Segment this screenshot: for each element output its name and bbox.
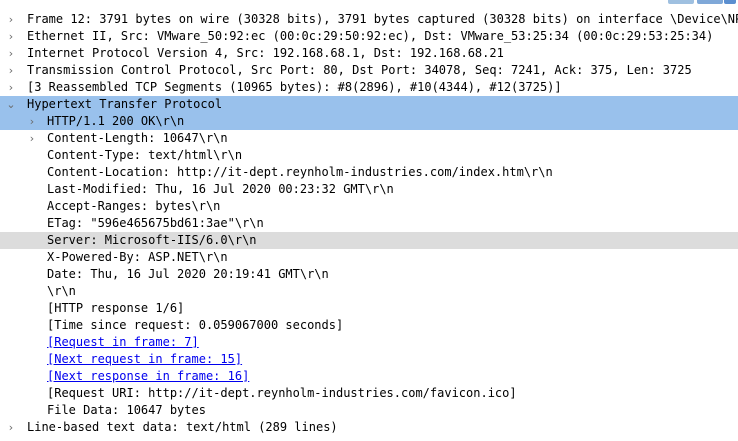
tree-item-label: Frame 12: 3791 bytes on wire (30328 bits… — [27, 12, 738, 26]
tree-item-response-number[interactable]: [HTTP response 1/6] — [0, 300, 738, 317]
toolbar-fragment — [697, 0, 723, 4]
tree-item-tcp[interactable]: › Transmission Control Protocol, Src Por… — [0, 62, 738, 79]
tree-item-label: \r\n — [47, 284, 76, 298]
tree-item-last-modified[interactable]: Last-Modified: Thu, 16 Jul 2020 00:23:32… — [0, 181, 738, 198]
tree-item-http[interactable]: ⌄ Hypertext Transfer Protocol — [0, 96, 738, 113]
tree-item-label: ETag: "596e465675bd61:3ae"\r\n — [47, 216, 264, 230]
tree-item-crlf[interactable]: \r\n — [0, 283, 738, 300]
chevron-right-icon[interactable]: › — [4, 11, 18, 28]
tree-item-file-data[interactable]: File Data: 10647 bytes — [0, 402, 738, 419]
chevron-down-icon[interactable]: ⌄ — [4, 96, 18, 113]
tree-item-line-based-text[interactable]: › Line-based text data: text/html (289 l… — [0, 419, 738, 436]
top-edge — [0, 0, 738, 4]
tree-item-label: Content-Length: 10647\r\n — [47, 131, 228, 145]
tree-item-label: Hypertext Transfer Protocol — [27, 97, 223, 111]
request-in-frame-link[interactable]: [Request in frame: 7] — [47, 334, 199, 351]
tree-item-time-since-request[interactable]: [Time since request: 0.059067000 seconds… — [0, 317, 738, 334]
chevron-right-icon[interactable]: › — [25, 130, 39, 147]
tree-item-date[interactable]: Date: Thu, 16 Jul 2020 20:19:41 GMT\r\n — [0, 266, 738, 283]
tree-item-label: HTTP/1.1 200 OK\r\n — [47, 114, 185, 128]
toolbar-fragment — [668, 0, 694, 4]
tree-item-powered-by[interactable]: X-Powered-By: ASP.NET\r\n — [0, 249, 738, 266]
tree-item-label: Server: Microsoft-IIS/6.0\r\n — [47, 233, 257, 247]
tree-item-ethernet[interactable]: › Ethernet II, Src: VMware_50:92:ec (00:… — [0, 28, 738, 45]
toolbar-fragment — [724, 0, 736, 4]
tree-item-label: File Data: 10647 bytes — [47, 403, 206, 417]
tree-item-label: Transmission Control Protocol, Src Port:… — [27, 63, 692, 77]
tree-item-etag[interactable]: ETag: "596e465675bd61:3ae"\r\n — [0, 215, 738, 232]
tree-item-content-type[interactable]: Content-Type: text/html\r\n — [0, 147, 738, 164]
tree-item-label: [HTTP response 1/6] — [47, 301, 185, 315]
next-request-link[interactable]: [Next request in frame: 15] — [47, 351, 242, 368]
tree-item-label: Internet Protocol Version 4, Src: 192.16… — [27, 46, 504, 60]
chevron-right-icon[interactable]: › — [4, 45, 18, 62]
chevron-right-icon[interactable]: › — [4, 62, 18, 79]
tree-item-label: [3 Reassembled TCP Segments (10965 bytes… — [27, 80, 562, 94]
tree-item-frame[interactable]: › Frame 12: 3791 bytes on wire (30328 bi… — [0, 11, 738, 28]
tree-item-label: Line-based text data: text/html (289 lin… — [27, 420, 338, 434]
tree-item-label: Date: Thu, 16 Jul 2020 20:19:41 GMT\r\n — [47, 267, 329, 281]
tree-item-next-response[interactable]: [Next response in frame: 16] — [0, 368, 738, 385]
tree-item-label: Content-Type: text/html\r\n — [47, 148, 243, 162]
chevron-right-icon[interactable]: › — [4, 419, 18, 436]
tree-item-server[interactable]: Server: Microsoft-IIS/6.0\r\n — [0, 232, 738, 249]
tree-item-status-line[interactable]: › HTTP/1.1 200 OK\r\n — [0, 113, 738, 130]
tree-item-label: Last-Modified: Thu, 16 Jul 2020 00:23:32… — [47, 182, 394, 196]
chevron-right-icon[interactable]: › — [25, 113, 39, 130]
tree-item-next-request[interactable]: [Next request in frame: 15] — [0, 351, 738, 368]
tree-item-accept-ranges[interactable]: Accept-Ranges: bytes\r\n — [0, 198, 738, 215]
tree-item-label: X-Powered-By: ASP.NET\r\n — [47, 250, 228, 264]
tree-item-content-length[interactable]: › Content-Length: 10647\r\n — [0, 130, 738, 147]
tree-item-label: [Request URI: http://it-dept.reynholm-in… — [47, 386, 517, 400]
tree-item-label: Accept-Ranges: bytes\r\n — [47, 199, 221, 213]
chevron-right-icon[interactable]: › — [4, 28, 18, 45]
packet-details-tree: › Frame 12: 3791 bytes on wire (30328 bi… — [0, 11, 738, 436]
tree-item-request-uri[interactable]: [Request URI: http://it-dept.reynholm-in… — [0, 385, 738, 402]
tree-item-request-in-frame[interactable]: [Request in frame: 7] — [0, 334, 738, 351]
tree-item-label: [Time since request: 0.059067000 seconds… — [47, 318, 344, 332]
tree-item-label: Content-Location: http://it-dept.reynhol… — [47, 165, 553, 179]
tree-item-ip[interactable]: › Internet Protocol Version 4, Src: 192.… — [0, 45, 738, 62]
next-response-link[interactable]: [Next response in frame: 16] — [47, 368, 249, 385]
tree-item-reassembled[interactable]: › [3 Reassembled TCP Segments (10965 byt… — [0, 79, 738, 96]
chevron-right-icon[interactable]: › — [4, 79, 18, 96]
tree-item-content-location[interactable]: Content-Location: http://it-dept.reynhol… — [0, 164, 738, 181]
tree-item-label: Ethernet II, Src: VMware_50:92:ec (00:0c… — [27, 29, 714, 43]
